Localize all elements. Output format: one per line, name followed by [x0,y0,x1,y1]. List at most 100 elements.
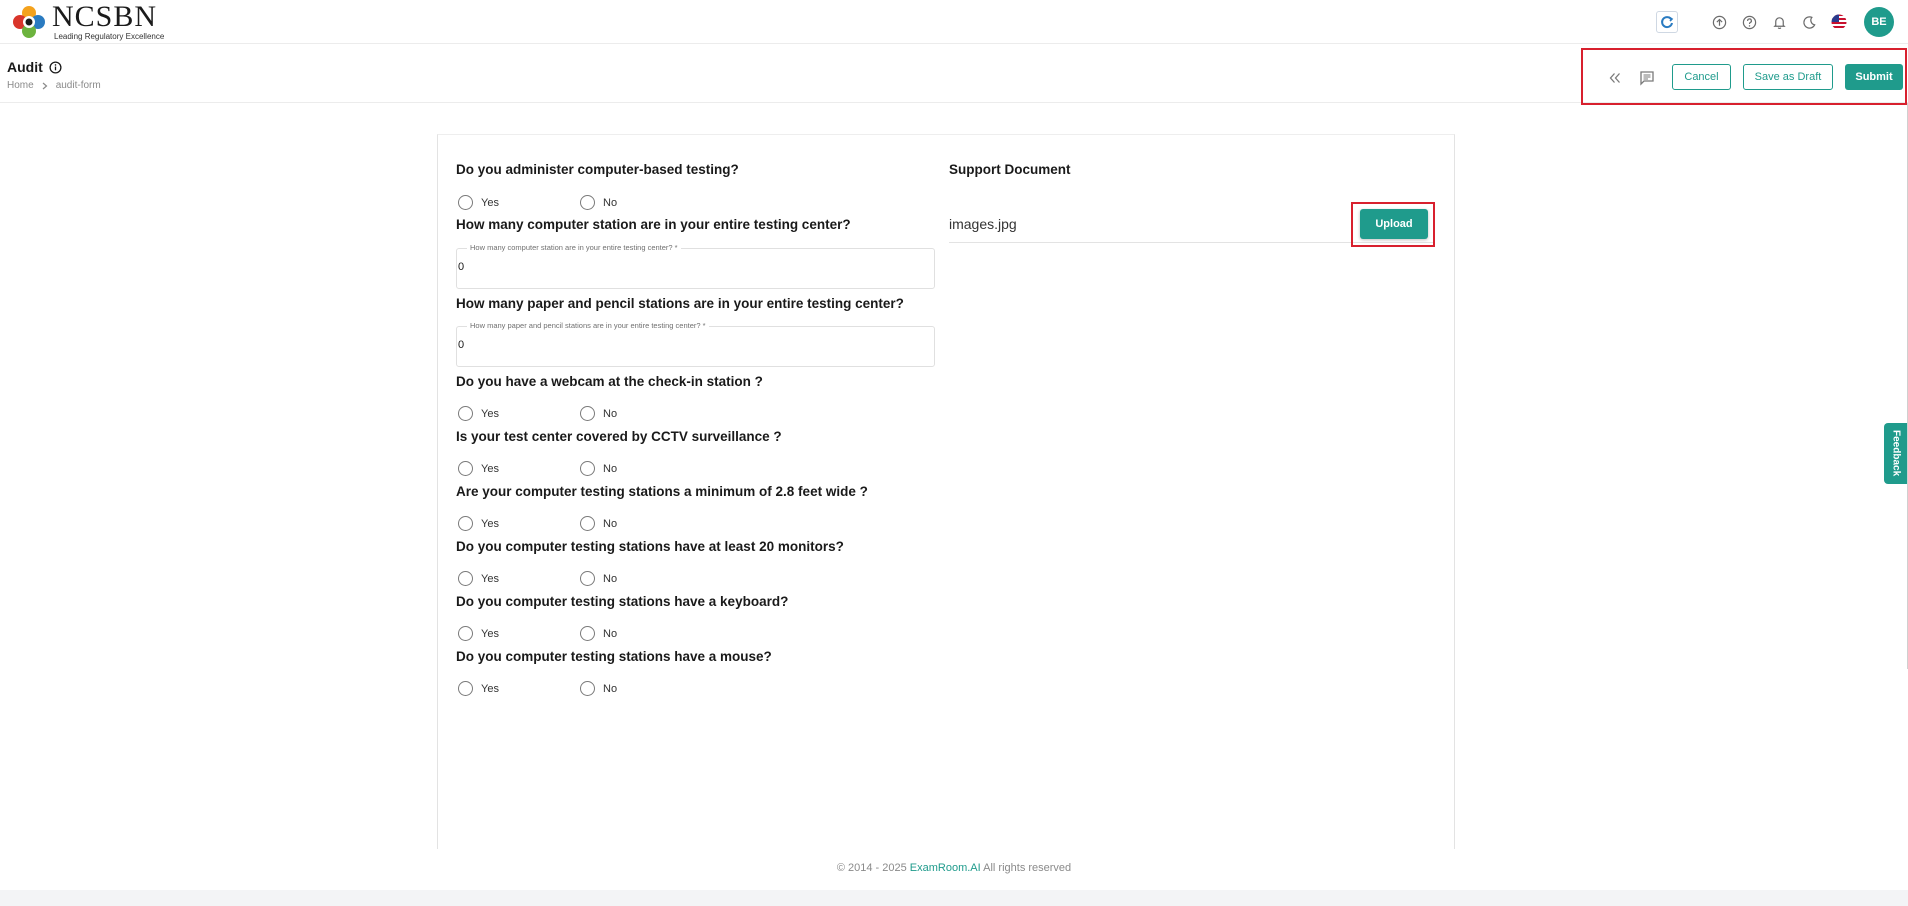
question-1: Do you administer computer-based testing… [456,162,739,177]
us-flag-icon[interactable] [1824,7,1854,37]
help-icon[interactable] [1734,7,1764,37]
cancel-button[interactable]: Cancel [1672,64,1731,90]
double-chevron-left-icon[interactable] [1603,66,1627,90]
radio-label: Yes [481,517,499,530]
dark-mode-moon-icon[interactable] [1794,7,1824,37]
radio-circle[interactable] [580,626,595,641]
feedback-label: Feedback [1890,430,1902,477]
radio-circle[interactable] [580,681,595,696]
radio-circle[interactable] [458,681,473,696]
user-avatar[interactable]: BE [1864,7,1894,37]
radio-label: No [603,572,618,585]
radio-circle[interactable] [458,461,473,476]
radio-label: Yes [481,196,499,209]
radio-circle[interactable] [580,195,595,210]
document-file-name[interactable]: images.jpg [949,216,1017,232]
question-4-yes-radio[interactable]: Yes [458,406,580,421]
paper-stations-input[interactable] [458,339,928,351]
ncsbn-logo-icon [13,6,45,38]
ncsbn-logo[interactable]: NCSBN Leading Regulatory Excellence [12,2,164,42]
support-document-title: Support Document [949,162,1071,177]
sync-icon[interactable] [1656,11,1678,33]
radio-label: No [603,517,618,530]
question-1-options: Yes No [458,195,702,210]
radio-circle[interactable] [580,516,595,531]
question-6-options: Yes No [458,516,702,531]
computer-stations-input[interactable] [458,261,928,273]
radio-circle[interactable] [458,626,473,641]
radio-label: Yes [481,407,499,420]
question-8: Do you computer testing stations have a … [456,594,789,609]
question-3: How many paper and pencil stations are i… [456,296,904,311]
radio-circle[interactable] [458,516,473,531]
page-title: Audit [7,59,62,75]
paper-stations-field[interactable]: How many paper and pencil stations are i… [456,321,935,367]
radio-circle[interactable] [580,571,595,586]
radio-label: No [603,627,618,640]
question-8-options: Yes No [458,626,702,641]
question-7: Do you computer testing stations have at… [456,539,844,554]
question-7-no-radio[interactable]: No [580,571,702,586]
radio-label: No [603,196,618,209]
footer-copyright: © 2014 - 2025 [836,862,910,874]
footer: © 2014 - 2025 ExamRoom.AI All rights res… [0,862,1908,874]
question-6-no-radio[interactable]: No [580,516,702,531]
question-1-no-radio[interactable]: No [580,195,702,210]
comment-icon[interactable] [1635,66,1659,90]
question-7-yes-radio[interactable]: Yes [458,571,580,586]
radio-label: Yes [481,627,499,640]
upload-button[interactable]: Upload [1360,209,1428,239]
breadcrumb: Home audit-form [7,80,101,91]
radio-circle[interactable] [458,571,473,586]
question-9-no-radio[interactable]: No [580,681,702,696]
question-8-no-radio[interactable]: No [580,626,702,641]
info-icon[interactable] [49,60,62,74]
question-4-options: Yes No [458,406,702,421]
breadcrumb-home[interactable]: Home [7,80,34,91]
radio-label: Yes [481,462,499,475]
feedback-tab[interactable]: Feedback [1884,423,1908,484]
page-title-text: Audit [7,59,43,75]
question-4: Do you have a webcam at the check-in sta… [456,374,763,389]
question-8-yes-radio[interactable]: Yes [458,626,580,641]
question-7-options: Yes No [458,571,702,586]
paper-stations-field-label: How many paper and pencil stations are i… [467,321,709,330]
top-bar: NCSBN Leading Regulatory Excellence BE [0,0,1908,44]
question-5-options: Yes No [458,461,702,476]
radio-circle[interactable] [458,195,473,210]
question-9-options: Yes No [458,681,702,696]
top-icons: BE [1656,6,1894,38]
question-5-yes-radio[interactable]: Yes [458,461,580,476]
footer-brand-link[interactable]: ExamRoom.AI [910,862,981,874]
radio-label: No [603,407,618,420]
question-2: How many computer station are in your en… [456,217,851,232]
radio-label: No [603,462,618,475]
page-header: Audit Home audit-form Cancel Save as Dra… [0,45,1908,105]
bottom-strip [0,890,1908,906]
radio-label: No [603,682,618,695]
logo-title: NCSBN [52,0,158,33]
computer-stations-field[interactable]: How many computer station are in your en… [456,243,935,289]
notification-bell-icon[interactable] [1764,7,1794,37]
question-6: Are your computer testing stations a min… [456,484,868,499]
chevron-right-icon [42,82,48,89]
question-5: Is your test center covered by CCTV surv… [456,429,782,444]
question-9-yes-radio[interactable]: Yes [458,681,580,696]
action-toolbar: Cancel Save as Draft Submit [1581,48,1907,105]
upload-circle-icon[interactable] [1704,7,1734,37]
question-1-yes-radio[interactable]: Yes [458,195,580,210]
submit-button[interactable]: Submit [1845,64,1903,90]
radio-label: Yes [481,572,499,585]
save-as-draft-button[interactable]: Save as Draft [1743,64,1833,90]
upload-highlight: Upload [1351,202,1435,247]
question-5-no-radio[interactable]: No [580,461,702,476]
question-9: Do you computer testing stations have a … [456,649,772,664]
footer-rights: All rights reserved [980,862,1072,874]
question-6-yes-radio[interactable]: Yes [458,516,580,531]
radio-circle[interactable] [580,406,595,421]
question-4-no-radio[interactable]: No [580,406,702,421]
computer-stations-field-label: How many computer station are in your en… [467,243,681,252]
radio-label: Yes [481,682,499,695]
radio-circle[interactable] [458,406,473,421]
radio-circle[interactable] [580,461,595,476]
